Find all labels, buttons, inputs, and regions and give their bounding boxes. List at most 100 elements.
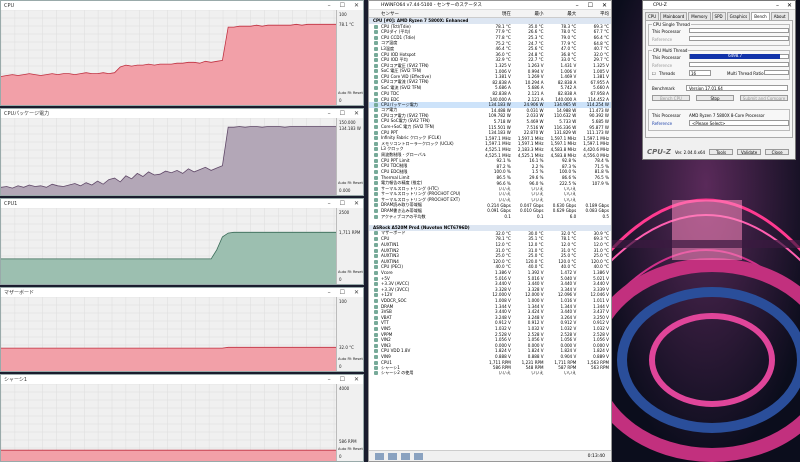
tab-graphics[interactable]: Graphics [726,12,751,20]
sensor-row[interactable]: L3温度 46.4 °C 25.6 °C 47.0 °C 40.7 °C [369,46,611,52]
sensor-min-text: 1.032 V [527,325,544,331]
sensor-row[interactable]: AUXTIN3 25.0 °C 25.0 °C 25.0 °C 25.0 °C [369,253,611,259]
close-icon[interactable]: ✕ [787,2,792,9]
minimize-icon[interactable]: – [328,2,331,9]
sensor-row[interactable]: 3VSB 3.440 V 3.424 V 3.440 V 3.437 V [369,309,611,315]
sensor-row[interactable]: CPU VDD 1.8V 1.824 V 1.824 V 1.824 V 1.824 V [369,348,611,354]
submit-compare-button[interactable]: Submit and Compare [740,95,788,101]
sensor-row[interactable]: CPU (PECI) 40.0 °C 40.0 °C 40.0 °C 40.0 °C [369,264,611,270]
sensor-max: 1,711 RPM [546,360,579,365]
tab-mainboard[interactable]: Mainboard [660,12,688,20]
sensor-row[interactable]: マザーボード 32.0 °C 30.0 °C 32.0 °C 30.9 °C [369,230,611,237]
graph-window: CPU1 – ☐ ✕ 2500 1,711 RPM Auto Fit Reset 0 [0,198,364,285]
sensor-row[interactable]: AUXTIN4 120.0 °C 120.0 °C 120.0 °C 120.0 °C [369,259,611,265]
benchmark-select[interactable]: Version 17.01.64 [686,85,788,91]
sensor-row[interactable]: SoC 電流 (SVI2 TFN) 5.686 A 5.686 A 5.742 A 5.… [369,85,611,91]
maximize-icon[interactable]: ☐ [340,200,345,207]
tools-button[interactable]: Tools [709,149,734,155]
tab-spd[interactable]: SPD [711,12,726,20]
col-avg[interactable]: 平均 [578,11,611,17]
close-icon[interactable]: ✕ [354,2,359,9]
sensor-row[interactable]: +3.3V (3VCC) 3.328 V 3.328 V 3.344 V 3.339 V [369,287,611,293]
minimize-icon[interactable]: – [576,2,579,9]
sensor-icon [374,214,378,219]
bench-cpu-button[interactable]: Bench CPU [652,95,690,101]
close-icon[interactable]: ✕ [354,110,359,117]
minimize-icon[interactable]: – [328,200,331,207]
tab-cpu[interactable]: CPU [645,12,660,20]
maximize-icon[interactable]: ☐ [340,289,345,296]
maximize-icon[interactable]: ☐ [340,376,345,383]
minimize-icon[interactable]: – [776,2,779,9]
sensor-avg-text: 1.011 V [593,297,609,303]
sensor-name: マザーボード [369,230,480,236]
close-button[interactable]: Close [765,149,790,155]
col-max[interactable]: 最大 [546,11,579,17]
sensor-row[interactable]: Core+SoC 電力 (SVI2 TFN) 115.501 W 7.516 W 11… [369,124,611,130]
reference-select[interactable]: <Please Select> [689,120,789,126]
sensor-current-text: 0.091 Gbps [487,208,511,214]
sensor-row[interactable]: VTT 0.912 V 0.912 V 0.912 V 0.912 V [369,320,611,326]
sensor-avg: 1,597.1 MHz [578,136,611,141]
sensor-row[interactable]: AUXTIN2 31.0 °C 31.0 °C 31.0 °C 31.0 °C [369,247,611,253]
sensor-icon [374,254,378,259]
nav-left-icon[interactable] [375,452,384,460]
maximize-icon[interactable]: ☐ [340,2,345,9]
stop-button[interactable]: Stop [696,95,734,101]
sensor-row[interactable]: VIN5 1.032 V 1.032 V 1.032 V 1.032 V [369,326,611,332]
sensor-row[interactable]: VIN3 0.000 V 0.000 V 0.000 V 0.000 V [369,342,611,348]
sensor-row[interactable]: アクティブコアの平均数 0.1 0.1 6.0 0.5 [369,214,611,220]
graph-titlebar: マザーボード – ☐ ✕ [1,288,363,297]
sensor-icon [374,85,378,90]
sensor-row[interactable]: Vcore 1.386 V 1.392 V 1.472 V 1.386 V [369,270,611,276]
col-min[interactable]: 最小 [513,11,546,17]
nav-right-icon[interactable] [388,452,397,460]
sensor-row[interactable]: +3.3V (AVCC) 3.440 V 3.440 V 3.440 V 3.440 V [369,281,611,287]
close-icon[interactable]: ✕ [354,289,359,296]
tab-bench[interactable]: Bench [751,12,770,20]
sensor-row[interactable]: SoC 電圧 (SVI2 TFN) 1.006 V 0.994 V 1.006 V 1.… [369,68,611,74]
sensor-icon [374,136,378,141]
threads-checkbox[interactable]: ☐ [652,71,656,76]
sensor-row[interactable]: VIN2 1.056 V 1.056 V 1.056 V 1.056 V [369,337,611,343]
sensor-icon [374,181,378,186]
sensor-row[interactable]: VPPM 2.528 V 2.528 V 2.528 V 2.528 V [369,331,611,337]
graph-buttons[interactable]: Auto Fit Reset [338,181,363,185]
sensor-row[interactable]: VDDCR_SOC 1.008 V 1.000 V 1.016 V 1.011 V [369,298,611,304]
tab-memory[interactable]: Memory [688,12,711,20]
close-icon[interactable]: ✕ [602,2,607,9]
sensor-current-text: 40.0 °C [495,264,511,270]
graph-buttons[interactable]: Auto Fit Reset [338,357,363,361]
sensor-row[interactable]: シャーシ2 の使用 いいえ いいえ いいえ [369,370,611,376]
tab-about[interactable]: About [770,12,789,20]
minimize-icon[interactable]: – [328,110,331,117]
sensor-row[interactable]: DRAM 1.344 V 1.344 V 1.344 V 1.344 V [369,303,611,309]
sensor-row[interactable]: 周波数制限 - グローバル 4,525.1 MHz 4,525.1 MHz 4,583… [369,152,611,158]
close-icon[interactable]: ✕ [354,200,359,207]
maximize-icon[interactable]: ☐ [588,2,593,9]
sensor-row[interactable]: AUXTIN1 12.0 °C 12.0 °C 12.0 °C 12.0 °C [369,242,611,248]
validate-button[interactable]: Validate [737,149,762,155]
sensor-current-text: 3.248 V [495,314,511,320]
sensor-min-text: 0.010 Gbps [520,208,544,214]
sensor-row[interactable]: +12V 12.000 V 12.000 V 12.096 V 12.046 V [369,292,611,298]
graph-buttons[interactable]: Auto Fit Reset [338,270,363,274]
settings-icon[interactable] [401,452,410,460]
graph-buttons[interactable]: Auto Fit Reset [338,91,363,95]
minimize-icon[interactable]: – [328,289,331,296]
minimize-icon[interactable]: – [328,376,331,383]
sensor-row[interactable]: VIN9 0.888 V 0.888 V 0.904 V 0.889 V [369,354,611,360]
close-icon[interactable]: ✕ [354,376,359,383]
col-sensor[interactable]: センサー [369,11,480,17]
sensor-row[interactable]: CPU EDC制限 100.0 % 1.5 % 100.0 % 81.8 % [369,169,611,175]
sensor-row[interactable]: CPU 78.1 °C 35.1 °C 78.1 °C 69.3 °C [369,236,611,242]
maximize-icon[interactable]: ☐ [340,110,345,117]
sensor-row[interactable]: +5V 5.016 V 5.016 V 5.040 V 5.021 V [369,275,611,281]
col-current[interactable]: 現在 [480,11,513,17]
sensor-row[interactable]: CPUダイ (平均) 77.9 °C 26.6 °C 78.0 °C 67.7 °C [369,29,611,35]
sensor-row[interactable]: VBAT 3.248 V 3.248 V 3.264 V 3.250 V [369,314,611,320]
sensor-list[interactable]: CPU [#0]: AMD Ryzen 7 5800X: Enhanced CPU… [369,18,611,376]
sensor-row[interactable]: CPU TDC 82.838 A 2.121 A 82.838 A 67.958 A [369,91,611,97]
threads-select[interactable]: 16 [689,70,711,76]
graph-buttons[interactable]: Auto Fit Reset [338,447,363,451]
